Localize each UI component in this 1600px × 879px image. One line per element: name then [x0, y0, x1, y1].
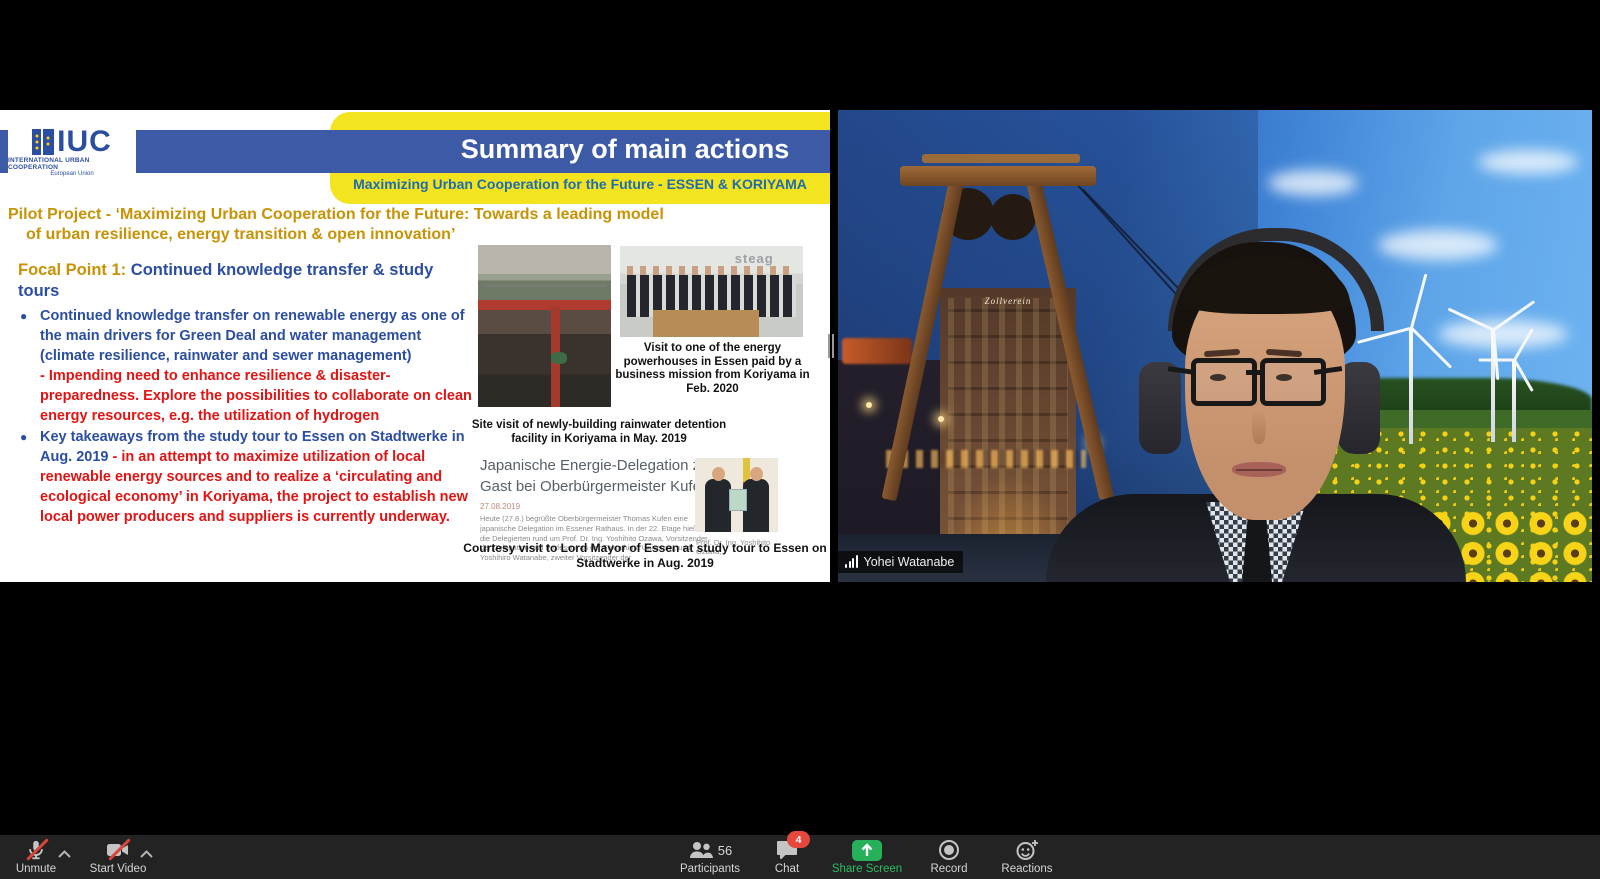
screen-share-slide: Summary of main actions Maximizing Urban…: [0, 110, 830, 582]
microphone-muted-icon: [25, 838, 47, 862]
caption-courtesy-visit: Courtesy visit to Lord Mayor of Essen at…: [455, 541, 830, 571]
glasses-lens-right: [1260, 358, 1326, 406]
photo-business-mission: steag: [620, 246, 803, 337]
bullet-item-2: Key takeaways from the study tour to Ess…: [18, 427, 476, 527]
photo-wall-logo: steag: [735, 251, 774, 266]
chat-icon: 4: [776, 838, 798, 862]
bullet-list: Continued knowledge transfer on renewabl…: [18, 306, 476, 528]
pilot-heading-line2: of urban resilience, energy transition &…: [26, 226, 828, 244]
share-screen-icon: [852, 838, 882, 862]
focal-point-label: Focal Point 1:: [18, 261, 126, 279]
record-button[interactable]: Record: [918, 838, 980, 875]
focal-point-heading: Focal Point 1: Continued knowledge trans…: [18, 260, 463, 302]
bullet1-red-text: - Impending need to enhance resilience &…: [40, 366, 476, 426]
buildings-icon: [32, 129, 54, 155]
glasses-bridge: [1246, 370, 1262, 375]
article-headline: Japanische Energie-Delegation zu Gast be…: [480, 455, 728, 497]
iuc-logo: IUC INTERNATIONAL URBAN COOPERATION Euro…: [8, 124, 136, 182]
headphone-earcup-left: [1139, 362, 1181, 454]
participant-name: Yohei Watanabe: [864, 555, 955, 569]
pilot-project-heading: Pilot Project - ‘Maximizing Urban Cooper…: [8, 206, 828, 244]
camera-off-icon: [106, 838, 130, 862]
split-drag-handle[interactable]: [826, 331, 836, 361]
participants-button[interactable]: 56 Participants: [660, 838, 760, 875]
reactions-button[interactable]: Reactions: [988, 838, 1066, 875]
share-screen-button[interactable]: Share Screen: [822, 838, 912, 875]
mouth: [1232, 462, 1286, 477]
video-tile: Zollverein Yohei Watanabe: [838, 110, 1592, 582]
pilot-heading-line1: Pilot Project - ‘Maximizing Urban Cooper…: [8, 206, 828, 224]
reactions-icon: [1015, 838, 1039, 862]
logo-subtitle-1: INTERNATIONAL URBAN COOPERATION: [8, 157, 136, 171]
unmute-options-chevron[interactable]: [58, 845, 71, 863]
photo-site-visit: [478, 245, 611, 407]
meeting-toolbar: Unmute Start Video 56 Participants: [0, 835, 1600, 879]
slide-title: Summary of main actions: [430, 134, 820, 170]
nose: [1252, 410, 1266, 444]
article-date: 27.08.2019: [480, 502, 520, 511]
chat-button[interactable]: 4 Chat: [752, 838, 822, 875]
photo-mayor-visit: [695, 458, 778, 532]
caption-business-mission: Visit to one of the energy powerhouses i…: [610, 342, 815, 396]
video-options-chevron[interactable]: [140, 845, 153, 863]
participants-count: 56: [718, 843, 732, 858]
logo-acronym: IUC: [57, 129, 112, 155]
glasses-lens-left: [1191, 358, 1257, 406]
participants-icon: 56: [688, 838, 732, 862]
bullet-item-1: Continued knowledge transfer on renewabl…: [18, 306, 476, 426]
chat-unread-badge: 4: [787, 831, 810, 848]
caption-site-visit: Site visit of newly-building rainwater d…: [468, 418, 730, 446]
logo-subtitle-2: European Union: [50, 171, 93, 177]
slide-subtitle: Maximizing Urban Cooperation for the Fut…: [330, 176, 830, 192]
bullet1-blue-text: Continued knowledge transfer on renewabl…: [40, 308, 465, 364]
speaker-person: [838, 110, 1592, 582]
participant-name-label: Yohei Watanabe: [838, 551, 963, 573]
audio-level-icon: [845, 556, 858, 568]
record-icon: [938, 838, 960, 862]
